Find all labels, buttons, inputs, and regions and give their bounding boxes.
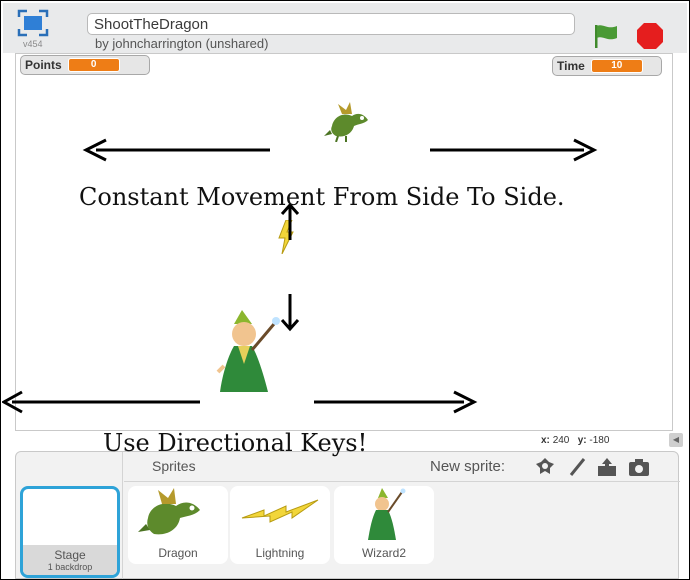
author-label: by johncharrington (unshared) [95,36,269,51]
mouse-coordinates: x: 240 y: -180 [541,435,609,446]
wizard-sprite[interactable] [212,310,286,394]
x-label: x: [541,435,550,446]
points-value: 0 [67,58,120,72]
sprite-label-wizard2: Wizard2 [361,546,406,560]
sprite-pane: Sprites New sprite: Stage 1 backdrop Dra… [15,451,680,579]
caption-constant-movement: Constant Movement From Side To Side. [79,183,565,211]
y-label: y: [577,435,587,446]
version-label: v454 [23,39,43,49]
sprites-label: Sprites [152,458,196,474]
upload-icon[interactable] [596,456,618,478]
sprite-tile-lightning[interactable]: Lightning [230,486,330,564]
time-label: Time [557,59,585,73]
brush-icon[interactable] [566,456,588,478]
divider [122,452,123,579]
wizard-thumbnail-icon [368,488,406,540]
sprite-tile-wizard2[interactable]: Wizard2 [334,486,434,564]
top-bar: v454 by johncharrington (unshared) [3,3,687,53]
right-arrow-top [430,138,598,162]
stage-thumbnail-footer: Stage 1 backdrop [23,545,117,575]
green-flag-icon[interactable] [591,23,621,49]
left-arrow-bottom [2,390,200,414]
caption-directional-keys: Use Directional Keys! [103,429,368,457]
time-monitor: Time 10 [552,56,662,76]
choose-sprite-icon[interactable] [534,456,556,478]
left-arrow-top [82,138,270,162]
points-monitor: Points 0 [20,55,150,75]
new-sprite-label: New sprite: [430,458,506,475]
project-title-input[interactable] [87,13,575,35]
fullscreen-icon[interactable] [17,9,49,37]
dragon-thumbnail-icon [138,488,200,535]
dragon-sprite[interactable] [324,102,372,142]
points-label: Points [25,58,62,72]
stage[interactable]: Points 0 Time 10 [2,53,673,431]
time-value: 10 [590,59,643,73]
stop-icon[interactable] [635,21,665,51]
stage-backdrop-count: 1 backdrop [47,562,93,572]
stage-thumbnail[interactable]: Stage 1 backdrop [20,486,120,578]
y-value: -180 [589,435,610,446]
down-arrow [280,294,300,332]
sprite-tile-dragon[interactable]: Dragon [128,486,228,564]
collapse-handle-icon[interactable]: ◀ [669,433,683,447]
camera-icon[interactable] [628,456,650,478]
scratch-editor: v454 by johncharrington (unshared) Point… [0,0,690,580]
sprite-label-dragon: Dragon [158,546,198,560]
right-arrow-bottom [314,390,478,414]
lightning-thumbnail-icon [241,499,319,523]
stage-label: Stage [54,548,86,562]
sprite-label-lightning: Lightning [255,546,305,560]
x-value: 240 [552,435,570,446]
